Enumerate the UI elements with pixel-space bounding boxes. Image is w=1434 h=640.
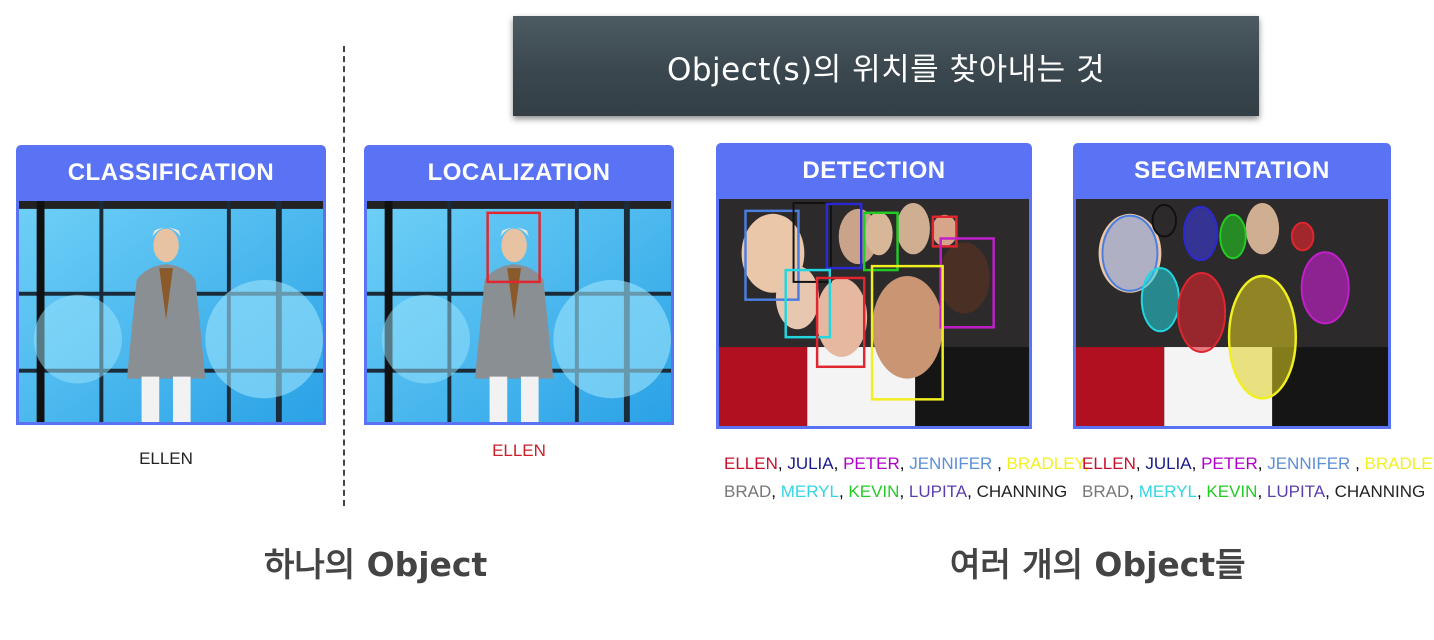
names-line-2: BRAD, MERYL, KEVIN, LUPITA, CHANNING (724, 482, 1068, 501)
detection-header: DETECTION (716, 143, 1032, 199)
dashed-divider (343, 46, 345, 506)
localization-header: LOCALIZATION (364, 145, 674, 201)
name-meryl: MERYL (1138, 482, 1197, 501)
multiple-objects-label: 여러 개의 Object들 (950, 545, 1246, 584)
name-peter: PETER (1201, 454, 1258, 473)
name-peter: PETER (843, 454, 900, 473)
localization-panel: LOCALIZATION (364, 145, 674, 425)
localization-caption: ELLEN (492, 441, 546, 460)
name-kevin: KEVIN (848, 482, 900, 501)
name-brad: BRAD (724, 482, 772, 501)
name-bradley: BRADLEY, (1364, 454, 1434, 473)
name-channing: CHANNING (976, 482, 1068, 501)
name-bradley: BRADLEY, (1006, 454, 1089, 473)
name-channing: CHANNING (1334, 482, 1426, 501)
single-object-label: 하나의 Object (264, 545, 488, 584)
name-jennifer: JENNIFER (909, 454, 993, 473)
segmentation-panel: SEGMENTATION (1073, 143, 1391, 429)
ellen-photo (16, 201, 326, 425)
names-line-2: BRAD, MERYL, KEVIN, LUPITA, CHANNING (1082, 482, 1426, 501)
names-line-1: ELLEN, JULIA, PETER, JENNIFER , BRADLEY, (724, 454, 1089, 473)
detection-panel: DETECTION (716, 143, 1032, 429)
ellen-photo-localized (364, 201, 674, 425)
detection-names: ELLEN, JULIA, PETER, JENNIFER , BRADLEY,… (724, 450, 1088, 506)
banner-title: Object(s)의 위치를 찾아내는 것 (666, 51, 1106, 88)
name-julia: JULIA (1145, 454, 1192, 473)
segmentation-header: SEGMENTATION (1073, 143, 1391, 199)
selfie-photo-segmentation (1073, 199, 1391, 429)
classification-caption: ELLEN (139, 449, 193, 468)
classification-panel: CLASSIFICATION (16, 145, 326, 425)
names-line-1: ELLEN, JULIA, PETER, JENNIFER , BRADLEY, (1082, 450, 1434, 478)
name-julia: JULIA (787, 454, 834, 473)
segmentation-names: ELLEN, JULIA, PETER, JENNIFER , BRADLEY,… (1082, 450, 1434, 506)
name-kevin: KEVIN (1206, 482, 1258, 501)
name-ellen: ELLEN (1082, 454, 1136, 473)
classification-header: CLASSIFICATION (16, 145, 326, 201)
name-jennifer: JENNIFER (1267, 454, 1351, 473)
name-ellen: ELLEN (724, 454, 778, 473)
selfie-photo-detection (716, 199, 1032, 429)
name-meryl: MERYL (780, 482, 839, 501)
title-banner: Object(s)의 위치를 찾아내는 것 (513, 16, 1259, 116)
name-lupita: LUPITA (1266, 482, 1326, 501)
name-lupita: LUPITA (908, 482, 968, 501)
name-brad: BRAD (1082, 482, 1130, 501)
